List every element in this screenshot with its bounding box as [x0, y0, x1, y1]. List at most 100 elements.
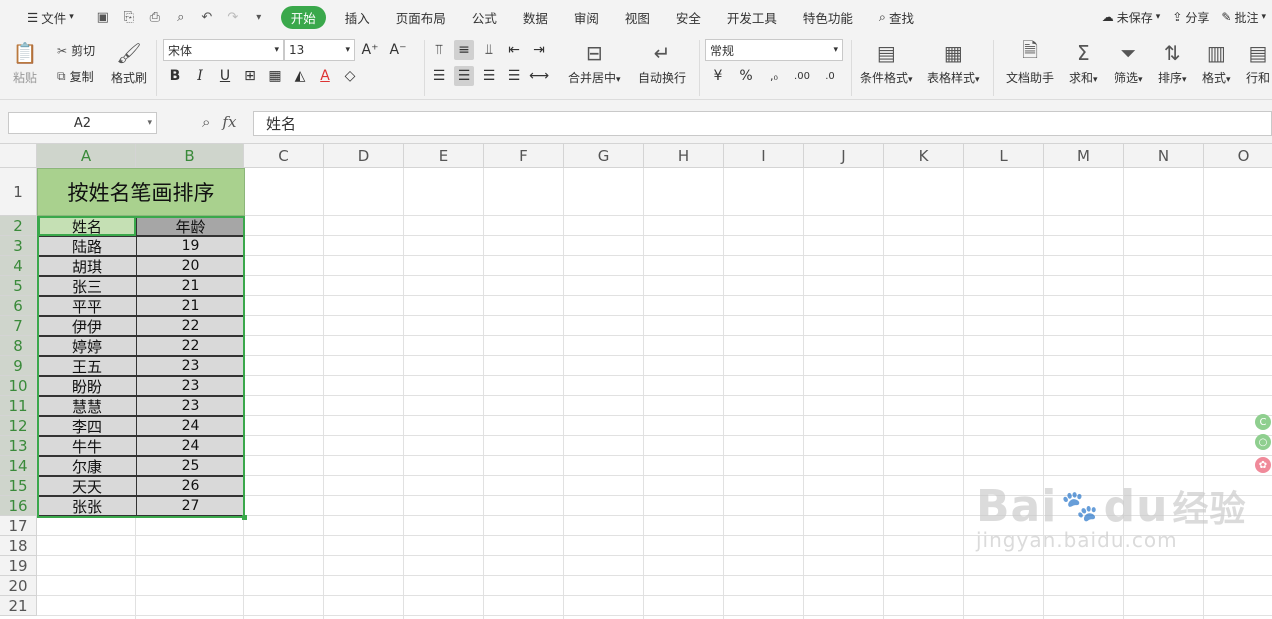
save-icon[interactable]: ▣: [95, 9, 111, 25]
undo-icon[interactable]: ↶: [199, 9, 215, 25]
row-header[interactable]: 3: [0, 236, 37, 256]
row-header[interactable]: 9: [0, 356, 37, 376]
age-cell[interactable]: 27: [136, 496, 245, 516]
row-header[interactable]: 12: [0, 416, 37, 436]
row-header[interactable]: 20: [0, 576, 37, 596]
name-cell[interactable]: 慧慧: [37, 396, 137, 416]
sort-button[interactable]: ⇅ 排序▾: [1158, 40, 1187, 86]
row-header[interactable]: 4: [0, 256, 37, 276]
doc-assistant-button[interactable]: 🗎 文档助手: [1006, 38, 1054, 86]
fill-handle[interactable]: [242, 515, 247, 520]
column-header[interactable]: H: [644, 144, 724, 168]
format-painter-button[interactable]: 🖌 格式刷: [111, 40, 147, 86]
age-cell[interactable]: 22: [136, 316, 245, 336]
age-cell[interactable]: 24: [136, 416, 245, 436]
print-preview-icon[interactable]: ⌕: [173, 9, 189, 25]
age-cell[interactable]: 26: [136, 476, 245, 496]
decrease-font-icon[interactable]: A⁻: [388, 40, 408, 60]
indent-icon[interactable]: ⇥: [529, 40, 549, 60]
customize-icon[interactable]: ▾: [251, 9, 267, 25]
thousands-icon[interactable]: ,₀: [764, 66, 784, 86]
align-right-icon[interactable]: ☰: [479, 66, 499, 86]
row-header[interactable]: 16: [0, 496, 37, 516]
name-cell[interactable]: 李四: [37, 416, 137, 436]
settings-float-icon[interactable]: ○: [1255, 434, 1271, 450]
wrap-text-button[interactable]: ↵ 自动换行: [638, 40, 686, 86]
column-header[interactable]: M: [1044, 144, 1124, 168]
column-header[interactable]: N: [1124, 144, 1204, 168]
format-button[interactable]: ▥ 格式▾: [1202, 40, 1231, 86]
column-header[interactable]: K: [884, 144, 964, 168]
unsaved-status[interactable]: ☁ 未保存 ▾: [1102, 9, 1161, 26]
row-header[interactable]: 2: [0, 216, 37, 236]
column-header[interactable]: L: [964, 144, 1044, 168]
share-button[interactable]: ⇪ 分享: [1172, 9, 1209, 26]
row-header[interactable]: 15: [0, 476, 37, 496]
age-cell[interactable]: 25: [136, 456, 245, 476]
cut-button[interactable]: ✂ 剪切: [57, 42, 95, 59]
column-header[interactable]: O: [1204, 144, 1272, 168]
decrease-decimal-icon[interactable]: .0: [820, 66, 840, 86]
font-name-select[interactable]: 宋体 ▾: [163, 39, 284, 61]
table-header-cell[interactable]: 年龄: [136, 216, 245, 236]
row-header[interactable]: 18: [0, 536, 37, 556]
row-header[interactable]: 13: [0, 436, 37, 456]
fill-color-icon[interactable]: ◭: [290, 66, 310, 86]
age-cell[interactable]: 22: [136, 336, 245, 356]
tab-1[interactable]: 插入: [332, 8, 383, 27]
comment-button[interactable]: ✎ 批注 ▾: [1221, 9, 1266, 26]
tab-9[interactable]: 特色功能: [790, 8, 866, 27]
name-cell[interactable]: 尔康: [37, 456, 137, 476]
file-menu[interactable]: ☰ 文件 ▾: [14, 8, 87, 27]
export-icon[interactable]: ⎘: [121, 9, 137, 25]
tab-0[interactable]: 开始: [280, 5, 326, 29]
age-cell[interactable]: 24: [136, 436, 245, 456]
number-format-select[interactable]: 常规 ▾: [705, 39, 843, 61]
name-cell[interactable]: 王五: [37, 356, 137, 376]
outdent-icon[interactable]: ⇤: [504, 40, 524, 60]
sum-button[interactable]: Σ 求和▾: [1069, 40, 1098, 86]
name-cell[interactable]: 婷婷: [37, 336, 137, 356]
name-cell[interactable]: 陆路: [37, 236, 137, 256]
fx-icon[interactable]: fx: [222, 113, 236, 131]
currency-icon[interactable]: ¥: [708, 66, 728, 86]
row-header[interactable]: 17: [0, 516, 37, 536]
redo-icon[interactable]: ↷: [225, 9, 241, 25]
name-box[interactable]: A2 ▾: [8, 112, 157, 134]
align-left-icon[interactable]: ☰: [429, 66, 449, 86]
row-header[interactable]: 1: [0, 168, 37, 216]
name-cell[interactable]: 盼盼: [37, 376, 137, 396]
age-cell[interactable]: 21: [136, 276, 245, 296]
name-cell[interactable]: 天天: [37, 476, 137, 496]
row-header[interactable]: 5: [0, 276, 37, 296]
bold-icon[interactable]: B: [165, 66, 185, 86]
percent-icon[interactable]: %: [736, 66, 756, 86]
justify-icon[interactable]: ☰: [504, 66, 524, 86]
column-header[interactable]: G: [564, 144, 644, 168]
tab-4[interactable]: 数据: [510, 8, 561, 27]
align-center-icon[interactable]: ☰: [454, 66, 474, 86]
border-icon[interactable]: ⊞: [240, 66, 260, 86]
age-cell[interactable]: 19: [136, 236, 245, 256]
name-cell[interactable]: 张三: [37, 276, 137, 296]
column-header[interactable]: E: [404, 144, 484, 168]
distribute-icon[interactable]: ⟷: [529, 66, 549, 86]
row-header[interactable]: 11: [0, 396, 37, 416]
row-header[interactable]: 14: [0, 456, 37, 476]
clear-icon[interactable]: ◇: [340, 66, 360, 86]
name-cell[interactable]: 张张: [37, 496, 137, 516]
title-cell[interactable]: 按姓名笔画排序: [37, 168, 245, 216]
tab-8[interactable]: 开发工具: [714, 8, 790, 27]
increase-font-icon[interactable]: A⁺: [360, 40, 380, 60]
gift-float-icon[interactable]: ✿: [1255, 457, 1271, 473]
age-cell[interactable]: 20: [136, 256, 245, 276]
name-cell[interactable]: 胡琪: [37, 256, 137, 276]
row-header[interactable]: 21: [0, 596, 37, 616]
age-cell[interactable]: 23: [136, 356, 245, 376]
row-header[interactable]: 7: [0, 316, 37, 336]
column-header[interactable]: A: [37, 144, 136, 168]
zoom-icon[interactable]: ⌕: [202, 113, 210, 131]
paste-button[interactable]: 📋 粘贴: [12, 40, 38, 86]
age-cell[interactable]: 21: [136, 296, 245, 316]
row-header[interactable]: 19: [0, 556, 37, 576]
